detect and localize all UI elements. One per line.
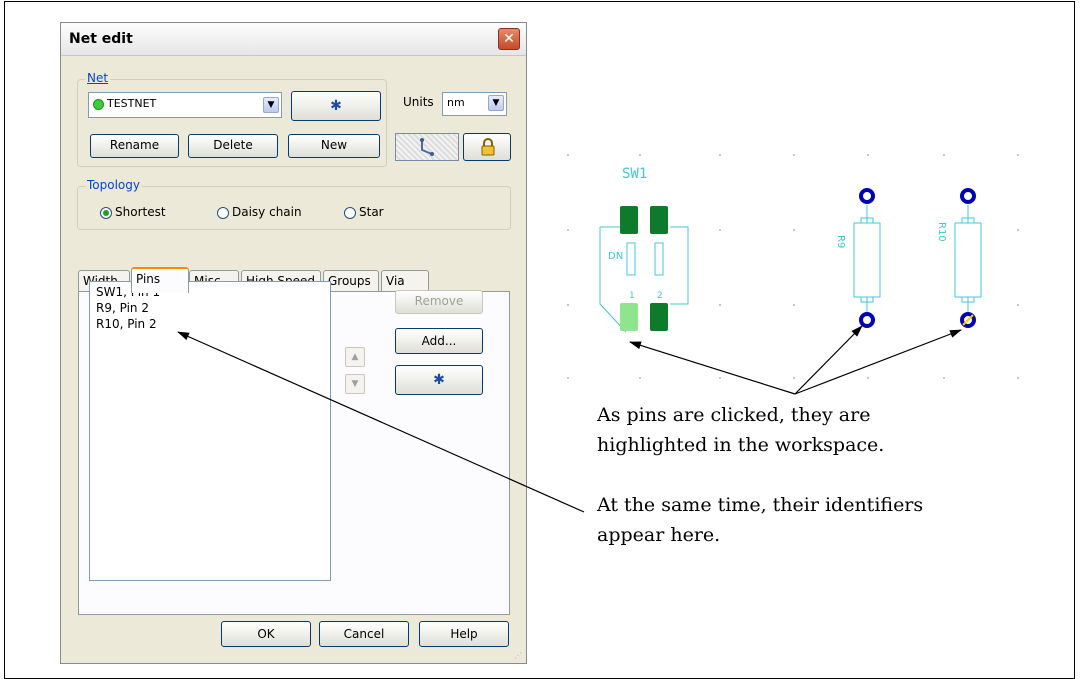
ok-label: OK [257, 627, 275, 641]
net-status-icon [93, 98, 104, 110]
net-edit-dialog: Net edit ✕ Net TESTNET ▼ ✱ Rename Delete… [60, 22, 527, 664]
close-icon: ✕ [503, 31, 515, 47]
pick-pin-button[interactable]: ✱ [395, 365, 483, 395]
arrow-up-icon: ▲ [351, 352, 359, 362]
net-select[interactable]: TESTNET ▼ [88, 92, 282, 118]
delete-label: Delete [213, 138, 253, 152]
radio-empty-icon [344, 206, 356, 219]
move-down-button[interactable]: ▼ [345, 374, 365, 394]
topology-legend: Topology [85, 178, 142, 192]
pins-listbox[interactable]: SW1, Pin 1 R9, Pin 2 R10, Pin 2 [89, 281, 331, 581]
units-value: nm [447, 96, 465, 109]
tab-groups[interactable]: Groups [323, 270, 379, 292]
ok-button[interactable]: OK [221, 621, 311, 647]
lock-button[interactable] [463, 133, 511, 161]
units-label: Units [403, 95, 434, 109]
new-label: New [320, 138, 348, 152]
routing-mode-button[interactable] [395, 133, 459, 161]
dialog-title: Net edit [69, 31, 133, 47]
list-item[interactable]: R10, Pin 2 [96, 316, 324, 332]
radio-star-label: Star [359, 205, 384, 219]
caption-identifiers-appear: At the same time, their identifiers appe… [597, 490, 923, 550]
pick-cursor-icon: ✱ [433, 372, 445, 388]
radio-daisy-chain[interactable]: Daisy chain [217, 205, 302, 219]
route-icon [420, 138, 434, 156]
close-button[interactable]: ✕ [498, 28, 520, 50]
pick-cursor-icon: ✱ [330, 98, 342, 114]
remove-button[interactable]: Remove [395, 290, 483, 314]
chevron-down-icon[interactable]: ▼ [488, 95, 504, 111]
new-button[interactable]: New [288, 134, 380, 158]
add-button[interactable]: Add... [395, 328, 483, 354]
caption-line: At the same time, their identifiers [597, 494, 924, 516]
caption-pins-highlighted: As pins are clicked, they are highlighte… [597, 400, 884, 460]
caption-line: highlighted in the workspace. [597, 434, 885, 456]
radio-shortest-label: Shortest [115, 205, 166, 219]
net-pick-button[interactable]: ✱ [291, 91, 381, 121]
list-item[interactable]: R9, Pin 2 [96, 300, 324, 316]
remove-label: Remove [414, 294, 464, 308]
net-select-value: TESTNET [107, 97, 157, 110]
help-button[interactable]: Help [419, 621, 509, 647]
radio-empty-icon [217, 206, 229, 219]
tab-pins-label: Pins [136, 272, 161, 286]
add-label: Add... [421, 334, 457, 348]
radio-daisy-chain-label: Daisy chain [232, 205, 302, 219]
cancel-button[interactable]: Cancel [319, 621, 409, 647]
cancel-label: Cancel [343, 627, 385, 641]
radio-star[interactable]: Star [344, 205, 384, 219]
help-label: Help [450, 627, 478, 641]
move-up-button[interactable]: ▲ [345, 347, 365, 367]
net-legend: Net [85, 71, 111, 85]
tab-groups-label: Groups [328, 274, 371, 288]
caption-line: As pins are clicked, they are [597, 404, 871, 426]
resize-grip-icon[interactable]: ⋰ [514, 651, 524, 661]
units-select[interactable]: nm ▼ [442, 92, 507, 116]
arrow-down-icon: ▼ [351, 379, 359, 389]
title-bar[interactable]: Net edit ✕ [61, 23, 526, 56]
lock-icon [481, 138, 495, 156]
tab-via-label: Via [386, 274, 405, 288]
delete-button[interactable]: Delete [188, 134, 278, 158]
chevron-down-icon[interactable]: ▼ [263, 97, 279, 113]
rename-label: Rename [109, 138, 160, 152]
tab-pins[interactable]: Pins [131, 267, 189, 293]
radio-selected-icon [100, 206, 112, 219]
rename-button[interactable]: Rename [90, 134, 179, 158]
caption-line: appear here. [597, 524, 721, 546]
tab-via[interactable]: Via [381, 270, 429, 292]
radio-shortest[interactable]: Shortest [100, 205, 166, 219]
